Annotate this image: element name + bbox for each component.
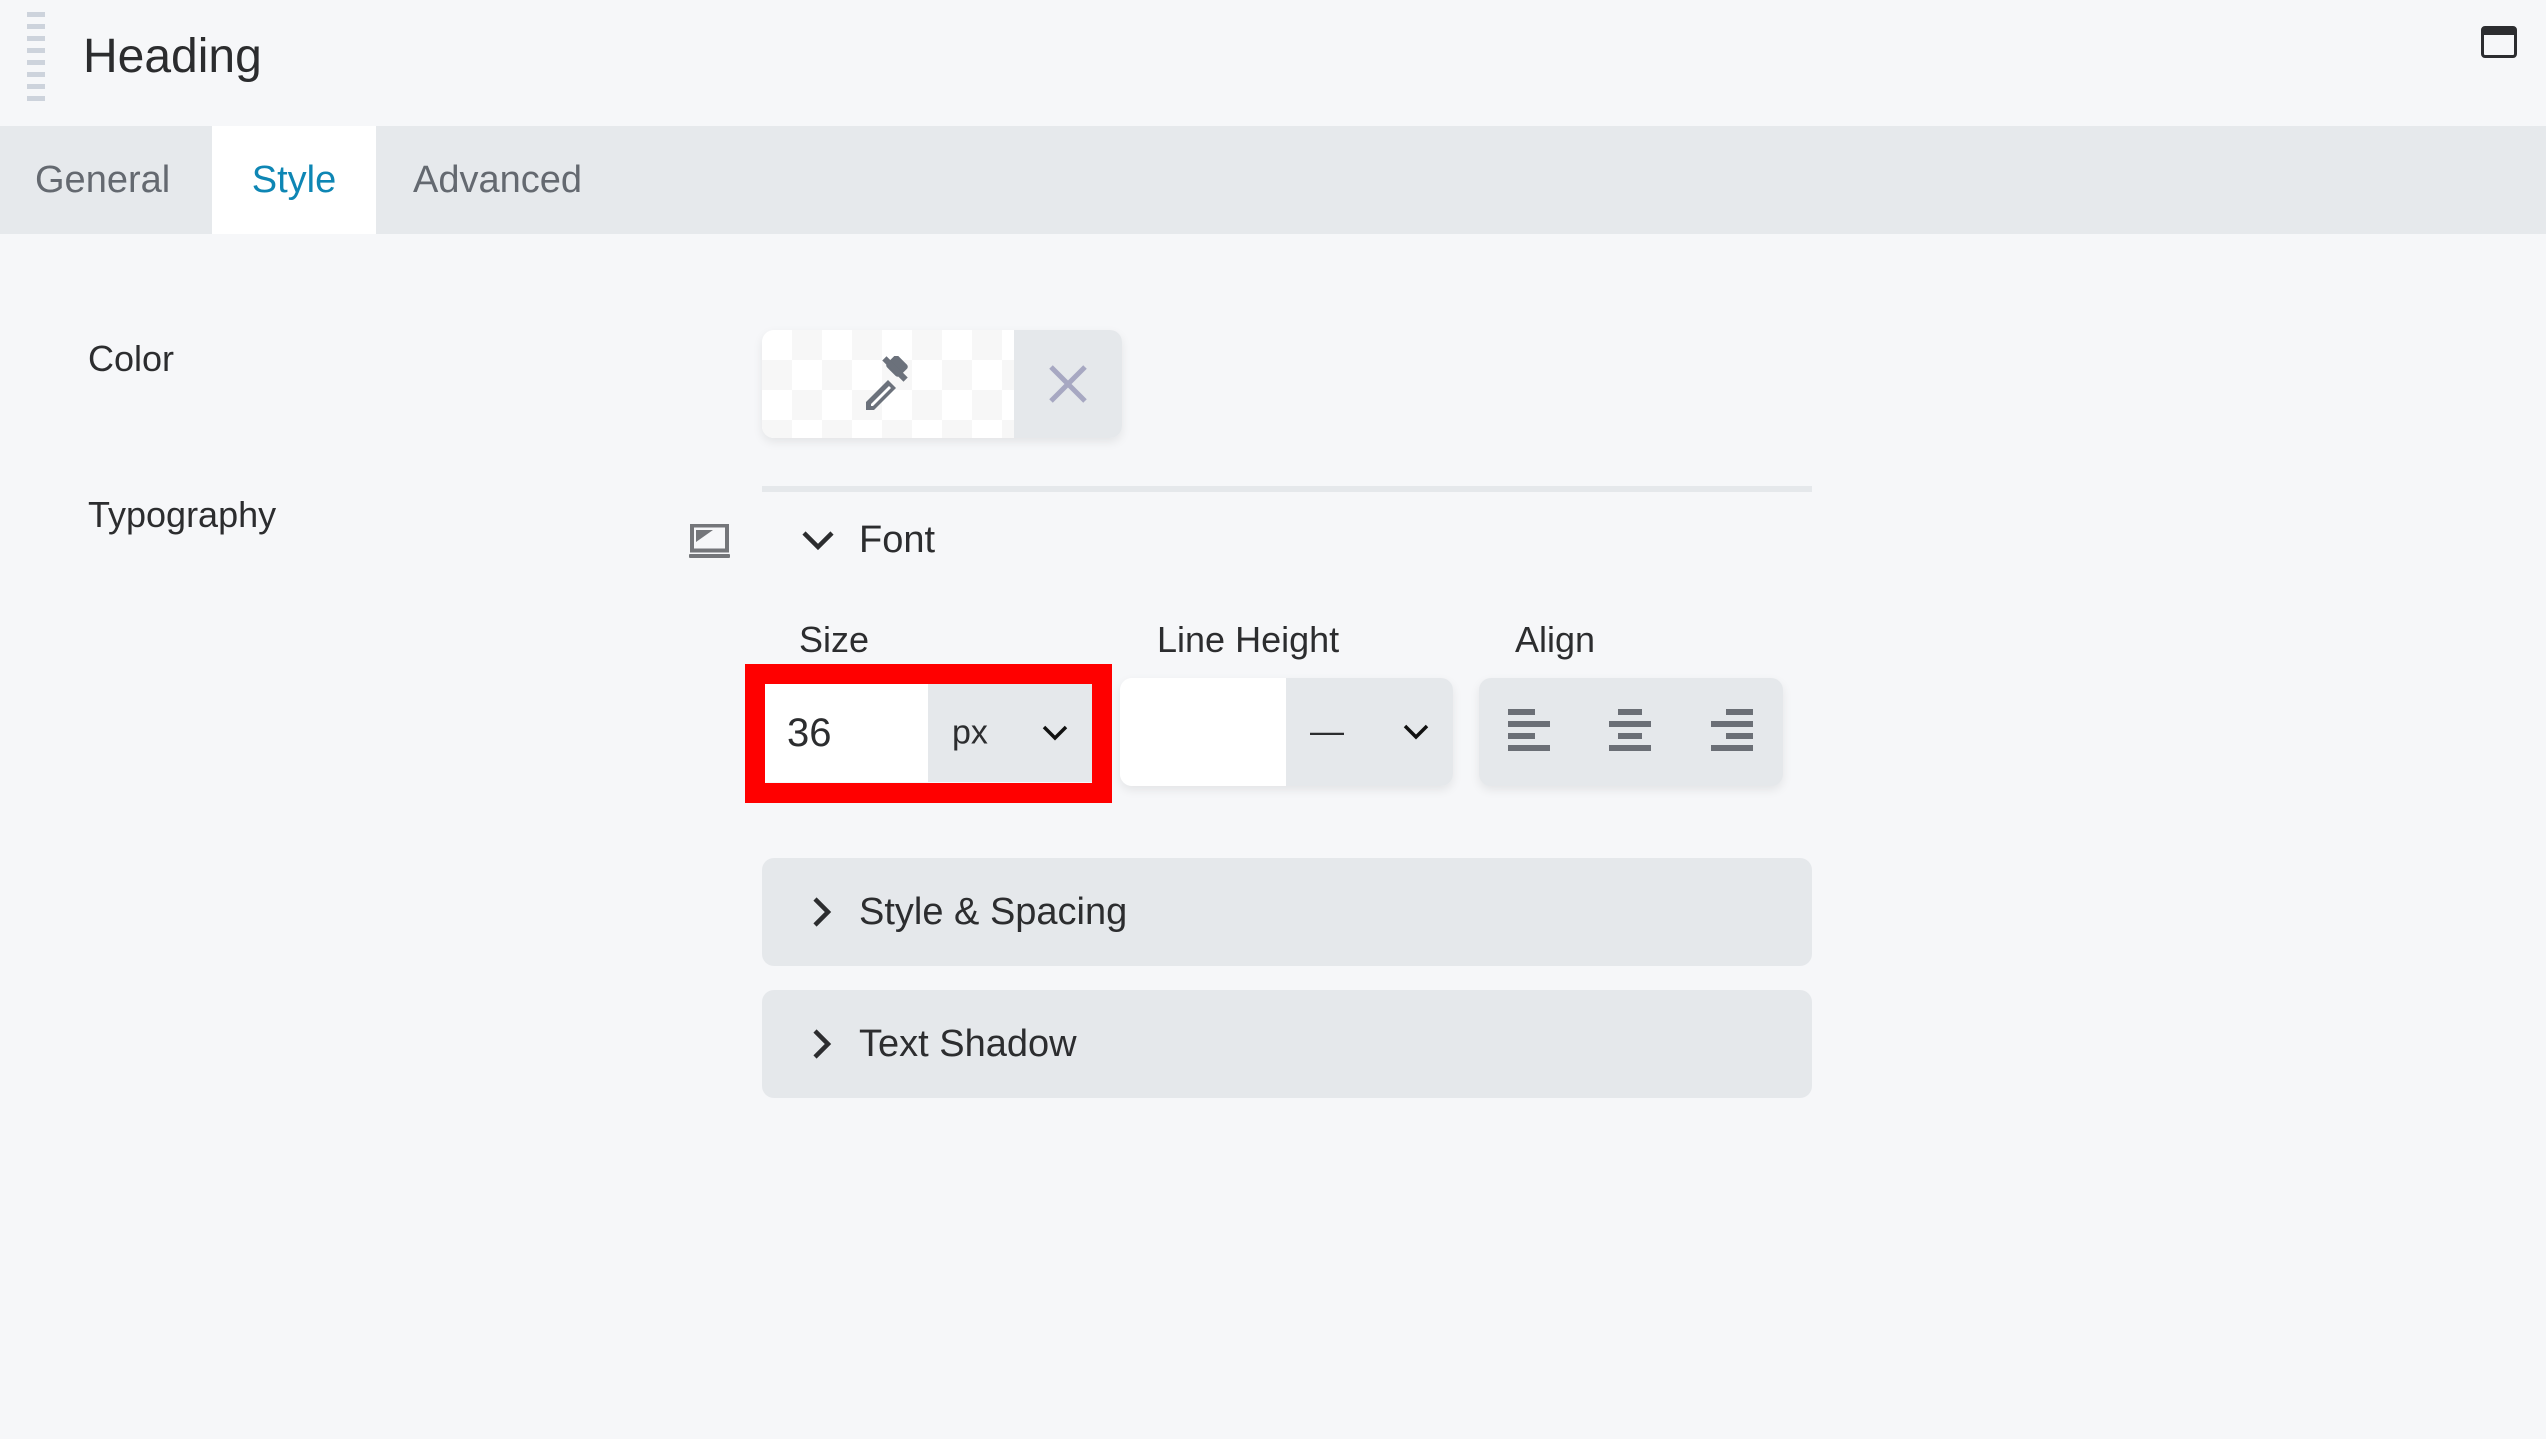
- line-height-input[interactable]: [1120, 678, 1286, 786]
- eyedropper-icon: [866, 356, 908, 410]
- align-right-button[interactable]: [1682, 678, 1783, 786]
- align-right-icon: [1711, 709, 1753, 751]
- tab-style[interactable]: Style: [212, 126, 376, 234]
- size-label: Size: [799, 619, 870, 660]
- tab-advanced[interactable]: Advanced: [376, 126, 582, 234]
- clear-color-button[interactable]: [1014, 330, 1122, 438]
- font-size-input[interactable]: [765, 684, 928, 782]
- window-toggle-icon[interactable]: [2481, 26, 2517, 58]
- line-height-control: —: [1120, 678, 1453, 786]
- drag-handle-icon[interactable]: [27, 12, 45, 102]
- align-left-button[interactable]: [1479, 678, 1580, 786]
- text-shadow-section-toggle[interactable]: Text Shadow: [762, 990, 1812, 1098]
- color-swatch-button[interactable]: [762, 330, 1014, 438]
- style-spacing-label: Style & Spacing: [859, 890, 1128, 933]
- laptop-icon[interactable]: [689, 524, 730, 558]
- align-center-icon: [1609, 709, 1651, 751]
- chevron-down-icon: [1042, 725, 1068, 741]
- divider: [762, 486, 1812, 492]
- close-icon: [1049, 365, 1087, 403]
- font-section-label: Font: [859, 518, 936, 561]
- font-section-toggle[interactable]: Font: [800, 515, 935, 565]
- typography-label: Typography: [88, 494, 277, 535]
- chevron-down-icon: [802, 531, 834, 551]
- chevron-right-icon: [813, 897, 832, 927]
- font-size-unit: px: [952, 713, 988, 752]
- text-align-group: [1479, 678, 1783, 786]
- panel-title: Heading: [83, 30, 262, 83]
- style-spacing-section-toggle[interactable]: Style & Spacing: [762, 858, 1812, 966]
- text-shadow-label: Text Shadow: [859, 1022, 1077, 1065]
- chevron-down-icon: [1403, 724, 1429, 740]
- tab-bar: General Style Advanced: [0, 126, 2546, 234]
- color-picker: [762, 330, 1122, 438]
- font-size-control: px: [765, 684, 1092, 782]
- align-center-button[interactable]: [1580, 678, 1681, 786]
- font-size-unit-select[interactable]: px: [928, 684, 1092, 782]
- line-height-unit: —: [1310, 712, 1344, 751]
- line-height-unit-select[interactable]: —: [1286, 678, 1453, 786]
- align-left-icon: [1508, 709, 1550, 751]
- align-label: Align: [1515, 619, 1596, 660]
- tab-general[interactable]: General: [0, 126, 212, 234]
- line-height-label: Line Height: [1157, 619, 1340, 660]
- chevron-right-icon: [813, 1029, 832, 1059]
- color-label: Color: [88, 338, 175, 379]
